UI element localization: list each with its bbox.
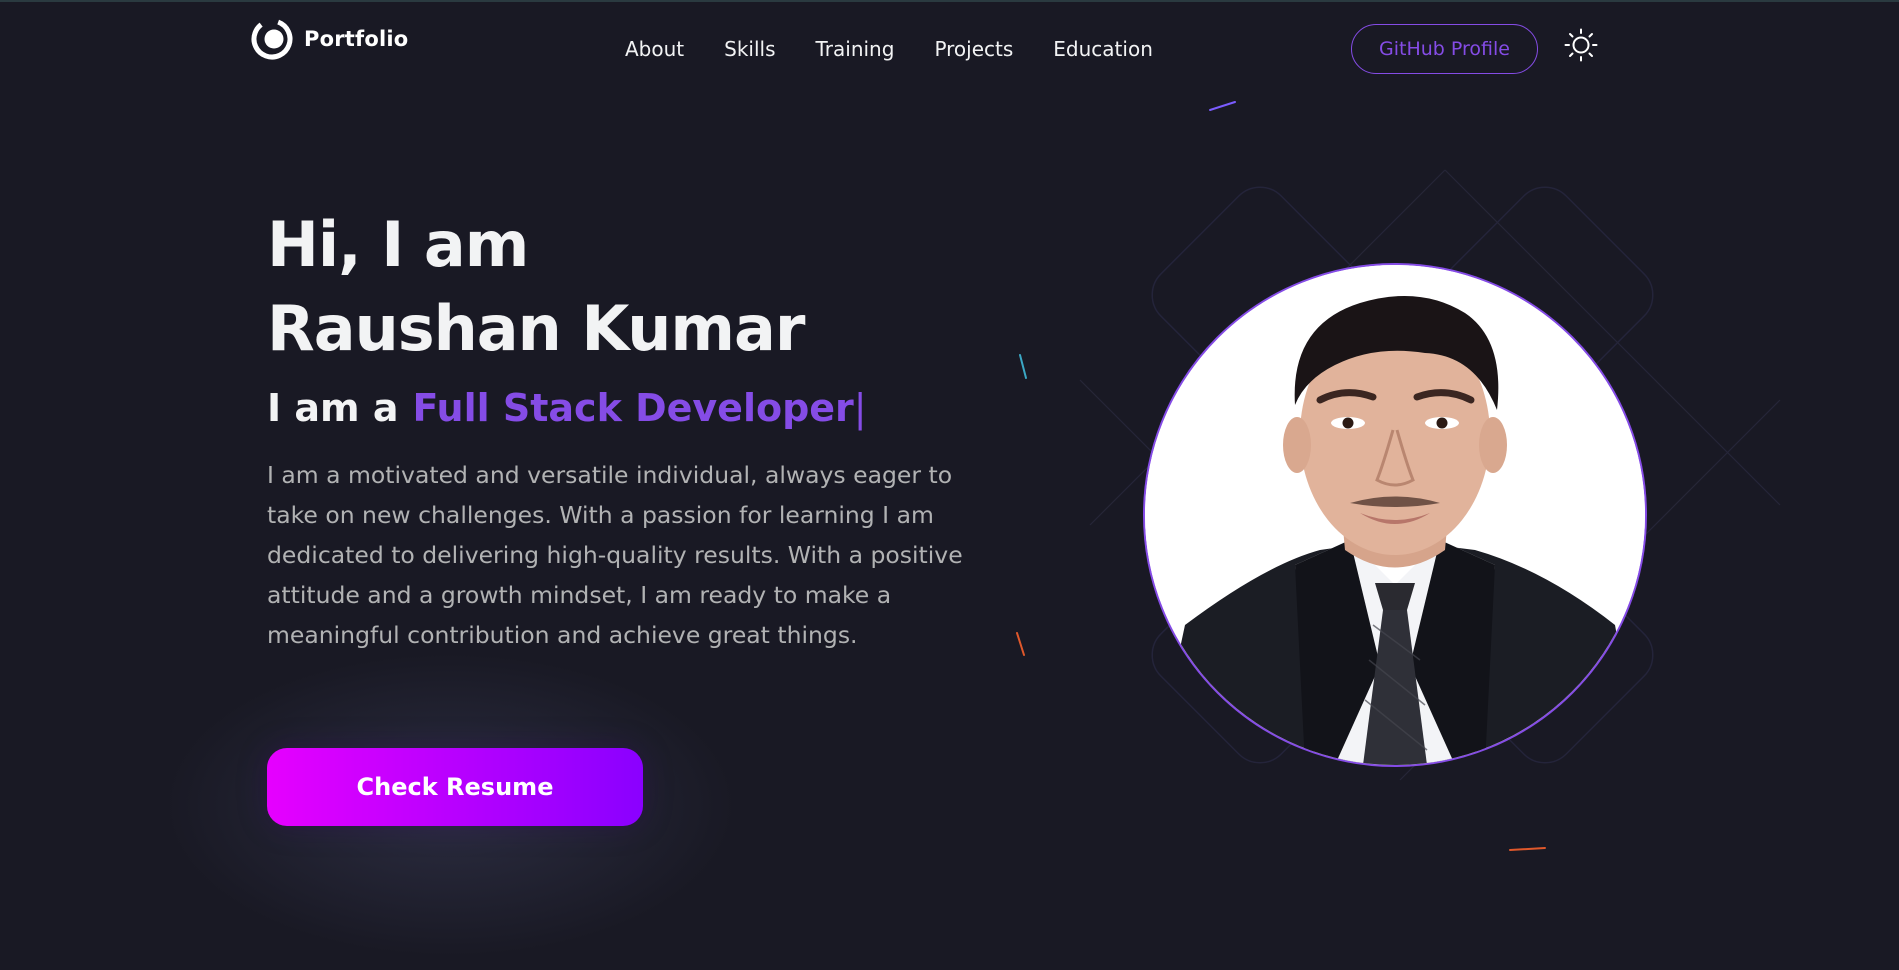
hero-role: I am a Full Stack Developer| [267, 386, 867, 430]
nav-link-training[interactable]: Training [816, 37, 895, 61]
logo-text: Portfolio [304, 27, 409, 51]
logo[interactable]: Portfolio [250, 17, 408, 61]
hero-greeting: Hi, I am [267, 208, 529, 281]
nav-link-education[interactable]: Education [1053, 37, 1153, 61]
profile-photo [1143, 263, 1647, 767]
nav-link-about[interactable]: About [625, 37, 684, 61]
check-resume-button[interactable]: Check Resume [267, 748, 643, 826]
nav-menu: About Skills Training Projects Education [625, 37, 1153, 61]
role-prefix: I am a [267, 386, 399, 430]
hero-name: Raushan Kumar [267, 292, 805, 365]
sun-icon[interactable] [1564, 28, 1598, 62]
role-value: Full Stack Developer [412, 386, 854, 430]
logo-icon [251, 18, 293, 60]
hero-description: I am a motivated and versatile individua… [267, 461, 963, 649]
github-profile-button[interactable]: GitHub Profile [1351, 24, 1538, 74]
typing-cursor: | [853, 386, 867, 430]
nav-link-projects[interactable]: Projects [934, 37, 1013, 61]
hero-heading: Hi, I am Raushan Kumar [267, 203, 805, 371]
profile-portrait [1145, 265, 1645, 765]
role-typewriter: Full Stack Developer| [412, 386, 866, 430]
nav-link-skills[interactable]: Skills [724, 37, 775, 61]
